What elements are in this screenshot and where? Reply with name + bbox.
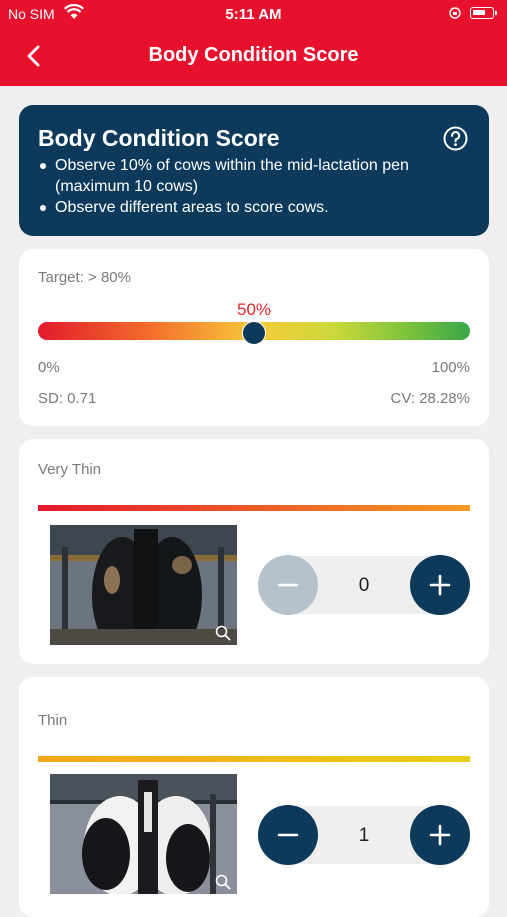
plus-icon	[429, 824, 451, 846]
count-value: 0	[358, 575, 370, 596]
increment-button[interactable]	[410, 805, 470, 865]
info-title: Body Condition Score	[38, 125, 280, 151]
max-label: 100%	[431, 359, 470, 376]
score-indicator-knob[interactable]	[242, 321, 266, 345]
score-card-thin: Thin 1	[19, 677, 489, 917]
orientation-lock-icon	[449, 7, 461, 19]
score-card-very-thin: Very Thin 0	[19, 439, 489, 664]
info-card: Body Condition Score Observe 10% of cows…	[19, 105, 489, 236]
page-title: Body Condition Score	[148, 44, 359, 66]
cow-photo-very-thin[interactable]	[50, 525, 237, 645]
info-bullets: Observe 10% of cows within the mid-lacta…	[38, 155, 418, 218]
score-label: Very Thin	[38, 461, 102, 478]
cv-value: CV: 28.28%	[390, 390, 471, 407]
info-bullet: Observe different areas to score cows.	[38, 197, 418, 218]
clock: 5:11 AM	[225, 6, 282, 23]
question-circle-icon[interactable]	[443, 126, 468, 151]
target-label: Target: > 80%	[38, 269, 131, 286]
status-bar: No SIM 5:11 AM	[0, 0, 507, 28]
minus-icon	[277, 583, 299, 587]
increment-button[interactable]	[410, 555, 470, 615]
min-label: 0%	[38, 359, 60, 376]
score-percentage: 50%	[236, 300, 272, 319]
magnifier-icon	[215, 625, 231, 641]
decrement-button[interactable]	[258, 555, 318, 615]
target-card: Target: > 80% 50% 0% 100% SD: 0.71 CV: 2…	[19, 249, 489, 426]
app-header: No SIM 5:11 AM Body Condition Score	[0, 0, 507, 86]
score-color-stripe	[38, 505, 470, 511]
decrement-button[interactable]	[258, 805, 318, 865]
sd-value: SD: 0.71	[38, 390, 97, 407]
cow-rear-image	[50, 525, 237, 645]
magnifier-icon	[215, 874, 231, 890]
info-bullet: Observe 10% of cows within the mid-lacta…	[38, 155, 418, 197]
cow-rear-image	[50, 774, 237, 894]
score-color-stripe	[38, 756, 470, 762]
score-label: Thin	[38, 712, 68, 729]
plus-icon	[429, 574, 451, 596]
minus-icon	[277, 833, 299, 837]
battery-icon	[470, 7, 497, 19]
count-value: 1	[358, 825, 370, 846]
cow-photo-thin[interactable]	[50, 774, 237, 894]
